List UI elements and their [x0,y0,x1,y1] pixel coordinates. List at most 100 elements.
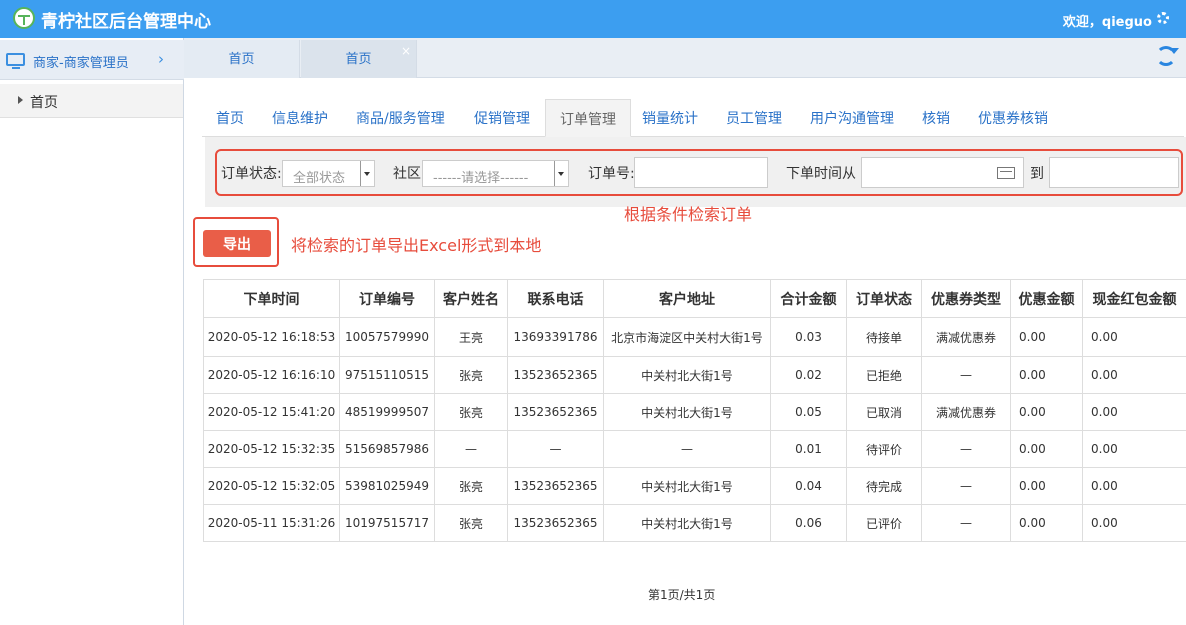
table-row[interactable]: 2020-05-12 16:16:10 97515110515 张亮 13523… [203,356,1186,394]
cell-time: 2020-05-12 16:16:10 [203,356,340,394]
tab-orders[interactable]: 订单管理 [545,99,631,137]
col-header[interactable]: 优惠金额 [1010,279,1083,318]
cell-time: 2020-05-12 15:32:35 [203,430,340,468]
sidebar-item-home[interactable]: 首页 [0,84,183,118]
community-select[interactable]: ------请选择------ [422,160,569,187]
sidebar-role-header[interactable]: 商家-商家管理员 › [0,40,184,80]
col-header[interactable]: 下单时间 [203,279,340,318]
cell-name: 张亮 [434,467,508,505]
cell-name: 张亮 [434,504,508,542]
cell-coupon-type: 满减优惠券 [921,317,1011,357]
app-title: 青柠社区后台管理中心 [41,12,211,32]
cell-discount: 0.00 [1010,467,1083,505]
cell-order-no: 51569857986 [339,430,435,468]
cell-name: 张亮 [434,356,508,394]
status-select[interactable]: 全部状态 [282,160,375,187]
cell-time: 2020-05-12 15:41:20 [203,393,340,431]
time-to-label: 到 [1030,166,1044,182]
time-from-label: 下单时间从 [786,166,856,182]
cell-discount: 0.00 [1010,393,1083,431]
cell-phone: 13693391786 [507,317,604,357]
community-label: 社区 [393,166,421,182]
cell-discount: 0.00 [1010,504,1083,542]
close-icon[interactable]: × [401,31,411,71]
refresh-icon[interactable] [1156,46,1179,66]
cell-address: 北京市海淀区中关村大街1号 [603,317,771,357]
cell-cash-bonus: 0.00 [1082,393,1186,431]
cell-status: 待评价 [846,430,922,468]
cell-coupon-type: 满减优惠券 [921,393,1011,431]
page-tab-label: 首页 [228,52,255,67]
monitor-icon [6,53,25,69]
cell-discount: 0.00 [1010,430,1083,468]
table-header-row: 下单时间 订单编号 客户姓名 联系电话 客户地址 合计金额 订单状态 优惠券类型… [203,279,1186,318]
filter-hint: 根据条件检索订单 [624,205,753,224]
cell-time: 2020-05-12 15:32:05 [203,467,340,505]
chevron-down-icon [554,161,568,186]
community-select-value: ------请选择------ [433,171,529,186]
chevron-right-icon[interactable]: › [158,50,164,68]
time-from-input[interactable] [861,157,1024,188]
cell-order-no: 48519999507 [339,393,435,431]
col-header[interactable]: 订单状态 [846,279,922,318]
cell-phone: 13523652365 [507,504,604,542]
table-row[interactable]: 2020-05-12 15:41:20 48519999507 张亮 13523… [203,393,1186,431]
cell-coupon-type: — [921,430,1011,468]
export-button[interactable]: 导出 [203,230,271,257]
table-row[interactable]: 2020-05-12 15:32:05 53981025949 张亮 13523… [203,467,1186,505]
cell-order-no: 10057579990 [339,317,435,357]
gear-icon[interactable] [1157,12,1169,24]
col-header[interactable]: 优惠券类型 [921,279,1011,318]
col-header[interactable]: 客户姓名 [434,279,508,318]
col-header[interactable]: 合计金额 [770,279,847,318]
calendar-icon[interactable] [997,167,1015,179]
cell-address: 中关村北大街1号 [603,504,771,542]
cell-total: 0.06 [770,504,847,542]
page-tab-home[interactable]: 首页 [184,40,300,78]
cell-order-no: 97515110515 [339,356,435,394]
table-row[interactable]: 2020-05-12 16:18:53 10057579990 王亮 13693… [203,317,1186,357]
cell-time: 2020-05-12 16:18:53 [203,317,340,357]
cell-coupon-type: — [921,467,1011,505]
col-header[interactable]: 客户地址 [603,279,771,318]
tab-communication[interactable]: 用户沟通管理 [796,99,908,137]
chevron-down-icon [360,161,374,186]
cell-cash-bonus: 0.00 [1082,504,1186,542]
cell-total: 0.03 [770,317,847,357]
status-select-value: 全部状态 [293,171,346,186]
pagination: 第1页/共1页 [648,588,716,602]
tab-home[interactable]: 首页 [202,99,258,137]
welcome-user[interactable]: 欢迎，qieguo [1063,11,1152,30]
col-header[interactable]: 联系电话 [507,279,604,318]
tab-coupon-verify[interactable]: 优惠券核销 [964,99,1062,137]
cell-coupon-type: — [921,504,1011,542]
cell-status: 待接单 [846,317,922,357]
cell-name: — [434,430,508,468]
order-no-input[interactable] [634,157,768,188]
time-to-input[interactable] [1049,157,1179,188]
cell-phone: 13523652365 [507,356,604,394]
col-header[interactable]: 订单编号 [339,279,435,318]
cell-name: 张亮 [434,393,508,431]
table-row[interactable]: 2020-05-12 15:32:35 51569857986 — — — 0.… [203,430,1186,468]
tab-promotion[interactable]: 促销管理 [460,99,544,137]
page-tab-home-2[interactable]: 首页 × [301,40,417,78]
tab-verify[interactable]: 核销 [908,99,964,137]
cell-address: 中关村北大街1号 [603,356,771,394]
cell-status: 已取消 [846,393,922,431]
sidebar: 商家-商家管理员 › 首页 [0,38,184,625]
tab-info[interactable]: 信息维护 [258,99,342,137]
table-row[interactable]: 2020-05-11 15:31:26 10197515717 张亮 13523… [203,504,1186,542]
tab-goods[interactable]: 商品/服务管理 [342,99,459,137]
cell-status: 已拒绝 [846,356,922,394]
cell-phone: 13523652365 [507,393,604,431]
cell-discount: 0.00 [1010,317,1083,357]
order-no-label: 订单号: [588,166,635,182]
tab-staff[interactable]: 员工管理 [712,99,796,137]
module-nav-tabs: 首页 信息维护 商品/服务管理 促销管理 订单管理 销量统计 员工管理 用户沟通… [202,99,1184,137]
tab-sales[interactable]: 销量统计 [628,99,712,137]
col-header[interactable]: 现金红包金额 [1082,279,1186,318]
cell-status: 已评价 [846,504,922,542]
cell-phone: 13523652365 [507,467,604,505]
status-label: 订单状态: [221,166,282,182]
